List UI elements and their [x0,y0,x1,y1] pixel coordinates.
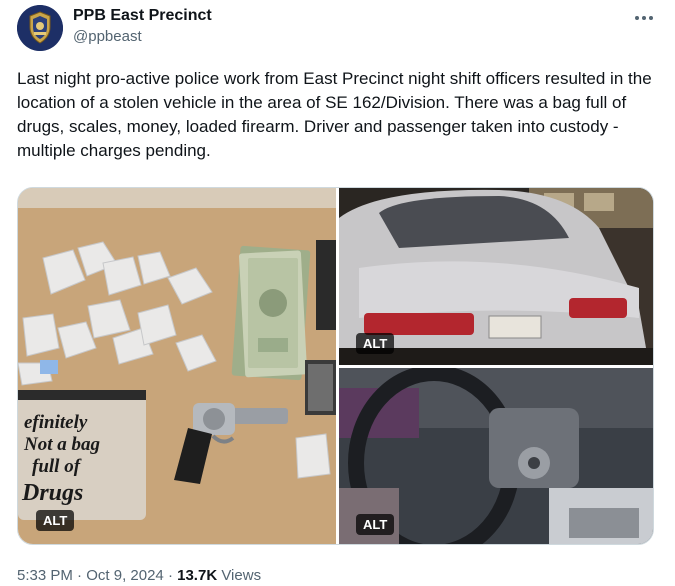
tweet-time[interactable]: 5:33 PM [17,567,73,584]
tweet-author: PPB East Precinct @ppbeast [73,6,212,47]
pouch-line-4: Drugs [21,480,83,506]
alt-badge[interactable]: ALT [356,514,395,535]
author-name[interactable]: PPB East Precinct [73,6,212,26]
alt-badge[interactable]: ALT [356,333,395,354]
avatar[interactable] [17,5,63,51]
pouch-line-3: full of [32,456,82,477]
meta-separator: · [77,567,83,584]
meta-separator: · [167,567,173,584]
media-grid: efinitely Not a bag full of Drugs ALT AL… [17,187,654,545]
pouch-line-1: efinitely [24,412,88,433]
more-options-button[interactable] [626,8,662,28]
author-handle[interactable]: @ppbeast [73,27,212,47]
tweet-date[interactable]: Oct 9, 2024 [86,567,164,584]
photo-evidence[interactable]: efinitely Not a bag full of Drugs ALT [18,188,336,544]
views-label: Views [221,567,262,584]
alt-badge[interactable]: ALT [36,510,75,531]
photo-steering-column[interactable]: ALT [339,368,653,544]
tweet-text: Last night pro-active police work from E… [17,69,652,160]
more-horizontal-icon [635,16,653,20]
pouch-line-2: Not a bag [23,434,100,455]
views-count[interactable]: 13.7K [177,567,217,584]
police-badge-logo [17,5,63,51]
photo-car-rear[interactable]: ALT [339,188,653,365]
tweet-meta: 5:33 PM · Oct 9, 2024 · 13.7K Views [17,566,261,586]
